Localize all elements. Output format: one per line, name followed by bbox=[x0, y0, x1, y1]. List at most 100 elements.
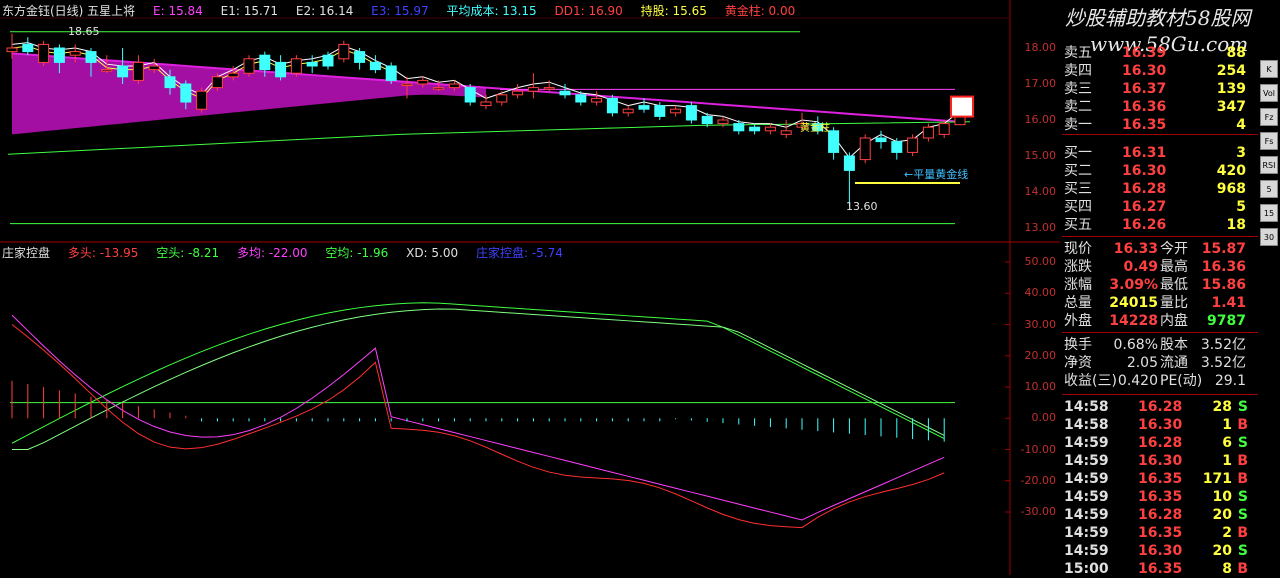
fundamental-row[interactable]: 换手 0.68% 股本 3.52亿 bbox=[1062, 336, 1258, 354]
candle-body bbox=[196, 90, 208, 110]
sub-y-tick-label: 0.00 bbox=[1031, 411, 1057, 425]
candle-body bbox=[464, 87, 476, 103]
tick-side: S bbox=[1237, 489, 1248, 505]
tick-price: 16.35 bbox=[1138, 561, 1183, 577]
divider bbox=[1062, 134, 1258, 135]
candle-body bbox=[85, 51, 97, 63]
y-tick-label: 14.00 bbox=[1024, 185, 1057, 198]
indicator-kongtou: 空头: -8.21 bbox=[156, 246, 220, 260]
ask-row[interactable]: 卖四 16.30 254 bbox=[1062, 62, 1258, 80]
tick-row[interactable]: 14:59 16.35 10 S bbox=[1062, 488, 1258, 506]
bid-row[interactable]: 买三 16.28 968 bbox=[1062, 180, 1258, 198]
chart-area[interactable]: 东方金钰(日线) 五星上将 E: 15.84 E1: 15.71 E2: 16.… bbox=[0, 0, 1060, 575]
toolbar-button-rsi[interactable]: RSI bbox=[1260, 156, 1278, 174]
tick-price: 16.35 bbox=[1138, 471, 1183, 487]
tick-volume: 171 bbox=[1202, 471, 1232, 487]
bid-price: 16.30 bbox=[1122, 163, 1167, 179]
tick-price: 16.28 bbox=[1138, 507, 1183, 523]
candle-body bbox=[401, 83, 413, 86]
stock-title[interactable]: 东方金钰(日线) 五星上将 bbox=[2, 4, 135, 18]
tick-row[interactable]: 14:59 16.30 20 S bbox=[1062, 542, 1258, 560]
tick-time: 14:59 bbox=[1064, 525, 1109, 541]
candle-body bbox=[875, 137, 887, 143]
quote-label: 涨跌 bbox=[1064, 259, 1092, 275]
fund-value: 2.05 bbox=[1126, 355, 1158, 371]
quote-label: 今开 bbox=[1160, 241, 1188, 257]
ask-volume: 254 bbox=[1216, 63, 1246, 79]
toolbar-button-vol[interactable]: Vol bbox=[1260, 84, 1278, 102]
ask-row[interactable]: 卖一 16.35 4 bbox=[1062, 116, 1258, 134]
candle-body bbox=[638, 105, 650, 110]
tick-row[interactable]: 15:00 16.35 8 B bbox=[1062, 560, 1258, 578]
quote-value: 15.87 bbox=[1201, 241, 1246, 257]
toolbar-button-15[interactable]: 15 bbox=[1260, 204, 1278, 222]
bid-label: 买一 bbox=[1064, 145, 1092, 161]
bid-volume: 18 bbox=[1226, 217, 1246, 233]
tick-time: 14:59 bbox=[1064, 489, 1109, 505]
bid-volume: 3 bbox=[1236, 145, 1246, 161]
candle-body bbox=[717, 119, 729, 125]
candle-body bbox=[259, 54, 271, 71]
tick-price: 16.30 bbox=[1138, 453, 1183, 469]
tick-row[interactable]: 14:59 16.35 2 B bbox=[1062, 524, 1258, 542]
quote-row[interactable]: 现价 16.33 今开 15.87 bbox=[1062, 240, 1258, 258]
quote-row[interactable]: 涨跌 0.49 最高 16.36 bbox=[1062, 258, 1258, 276]
tick-volume: 20 bbox=[1212, 507, 1232, 523]
ask-row[interactable]: 卖五 16.39 88 bbox=[1062, 44, 1258, 62]
label-gold-tag: 黄金柱 bbox=[800, 123, 830, 134]
candle-body bbox=[843, 155, 855, 171]
tick-time: 14:59 bbox=[1064, 507, 1109, 523]
tick-row[interactable]: 14:59 16.35 171 B bbox=[1062, 470, 1258, 488]
tick-row[interactable]: 14:59 16.28 6 S bbox=[1062, 434, 1258, 452]
tick-time: 14:59 bbox=[1064, 471, 1109, 487]
bid-row[interactable]: 买四 16.27 5 bbox=[1062, 198, 1258, 216]
candle-body bbox=[749, 126, 761, 132]
toolbar-button-5[interactable]: 5 bbox=[1260, 180, 1278, 198]
tick-time: 14:59 bbox=[1064, 435, 1109, 451]
fund-value: 3.52亿 bbox=[1200, 355, 1246, 371]
quote-value: 24015 bbox=[1109, 295, 1158, 311]
tick-volume: 28 bbox=[1212, 399, 1232, 415]
ask-price: 16.37 bbox=[1122, 81, 1167, 97]
bid-row[interactable]: 买二 16.30 420 bbox=[1062, 162, 1258, 180]
candle-body bbox=[38, 43, 50, 63]
ask-row[interactable]: 卖二 16.36 347 bbox=[1062, 98, 1258, 116]
quote-label: 总量 bbox=[1064, 295, 1092, 311]
quote-panel: 卖五 16.39 88 卖四 16.30 254 卖三 16.37 139 卖二 16.36 347 卖… bbox=[1062, 0, 1258, 578]
toolbar-button-fz[interactable]: Fz bbox=[1260, 108, 1278, 126]
candle-body bbox=[338, 43, 350, 60]
quote-row[interactable]: 总量 24015 量比 1.41 bbox=[1062, 294, 1258, 312]
fund-value: 3.52亿 bbox=[1200, 337, 1246, 353]
tick-side: B bbox=[1237, 561, 1248, 577]
ask-row[interactable]: 卖三 16.37 139 bbox=[1062, 80, 1258, 98]
divider bbox=[1062, 394, 1258, 395]
toolbar-button-k[interactable]: K bbox=[1260, 60, 1278, 78]
fundamental-row[interactable]: 收益(三) 0.420 PE(动) 29.1 bbox=[1062, 372, 1258, 390]
right-toolbar: K Vol Fz Fs RSI 5 15 30 bbox=[1258, 60, 1280, 252]
ask-label: 卖四 bbox=[1064, 63, 1092, 79]
bid-row[interactable]: 买五 16.26 18 bbox=[1062, 216, 1258, 234]
fund-label: 净资 bbox=[1064, 355, 1092, 371]
toolbar-button-fs[interactable]: Fs bbox=[1260, 132, 1278, 150]
tick-row[interactable]: 14:58 16.30 1 B bbox=[1062, 416, 1258, 434]
quote-row[interactable]: 外盘 14228 内盘 9787 bbox=[1062, 312, 1258, 330]
sub-y-tick-label: 10.00 bbox=[1024, 380, 1057, 393]
current-candle-highlight bbox=[950, 95, 974, 118]
candle-body bbox=[211, 76, 223, 89]
chart-canvas[interactable] bbox=[0, 0, 1060, 575]
fund-value: 0.420 bbox=[1117, 373, 1158, 389]
sub-chart-title[interactable]: 庄家控盘 bbox=[2, 246, 50, 260]
tick-volume: 20 bbox=[1212, 543, 1232, 559]
tick-row[interactable]: 14:59 16.28 20 S bbox=[1062, 506, 1258, 524]
toolbar-button-30[interactable]: 30 bbox=[1260, 228, 1278, 246]
fundamental-row[interactable]: 净资 2.05 流通 3.52亿 bbox=[1062, 354, 1258, 372]
tick-side: S bbox=[1237, 543, 1248, 559]
bid-row[interactable]: 买一 16.31 3 bbox=[1062, 144, 1258, 162]
tick-row[interactable]: 14:58 16.28 28 S bbox=[1062, 398, 1258, 416]
label-low: 13.60 bbox=[846, 200, 878, 213]
quote-row[interactable]: 涨幅 3.09% 最低 15.86 bbox=[1062, 276, 1258, 294]
ask-price: 16.36 bbox=[1122, 99, 1167, 115]
tick-row[interactable]: 14:59 16.30 1 B bbox=[1062, 452, 1258, 470]
indicator-xd: XD: 5.00 bbox=[406, 246, 459, 260]
candle-body bbox=[859, 137, 871, 161]
